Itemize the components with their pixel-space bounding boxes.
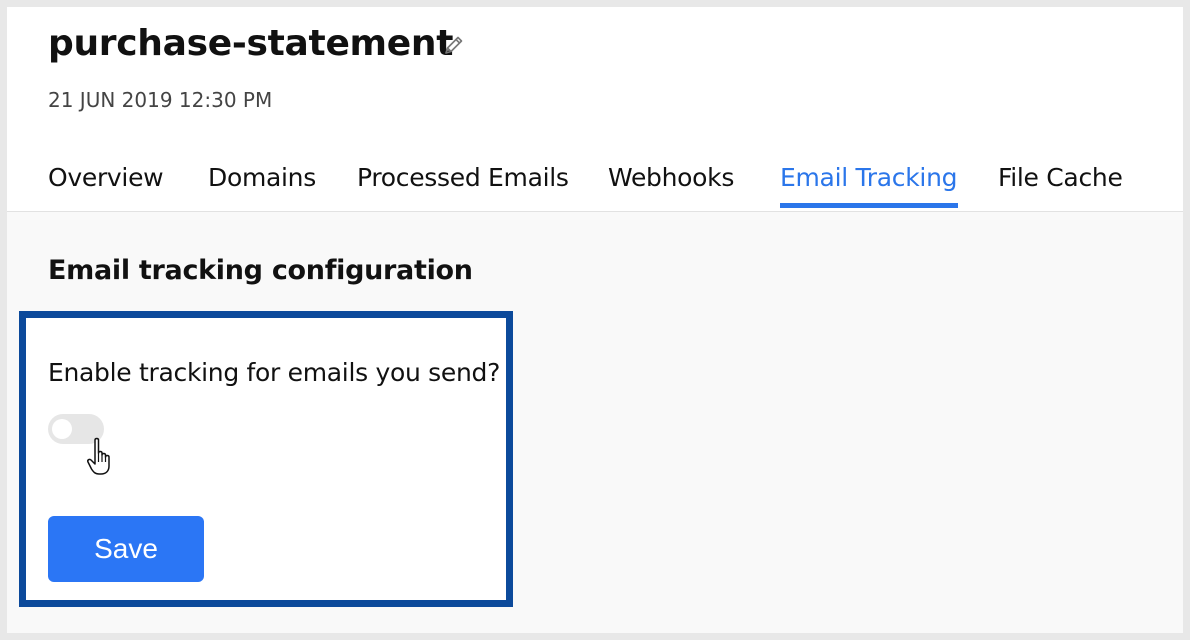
app-window: purchase-statement 21 JUN 2019 12:30 PM … <box>7 7 1183 633</box>
timestamp: 21 JUN 2019 12:30 PM <box>48 88 273 112</box>
toggle-knob <box>52 419 72 439</box>
active-tab-indicator <box>780 203 958 208</box>
save-button[interactable]: Save <box>48 516 204 582</box>
tab-email-tracking[interactable]: Email Tracking <box>780 163 957 192</box>
tab-webhooks[interactable]: Webhooks <box>608 163 734 192</box>
page-header: purchase-statement 21 JUN 2019 12:30 PM … <box>7 7 1183 212</box>
page-title: purchase-statement <box>48 23 454 64</box>
hand-cursor-icon <box>85 436 119 478</box>
tracking-config-panel: Enable tracking for emails you send? Sav… <box>19 311 513 607</box>
tracking-question: Enable tracking for emails you send? <box>48 358 501 387</box>
section-title: Email tracking configuration <box>48 255 473 286</box>
tab-file-cache[interactable]: File Cache <box>998 163 1123 192</box>
tab-domains[interactable]: Domains <box>208 163 316 192</box>
pencil-icon[interactable] <box>443 34 465 56</box>
tab-processed-emails[interactable]: Processed Emails <box>357 163 569 192</box>
tab-overview[interactable]: Overview <box>48 163 164 192</box>
